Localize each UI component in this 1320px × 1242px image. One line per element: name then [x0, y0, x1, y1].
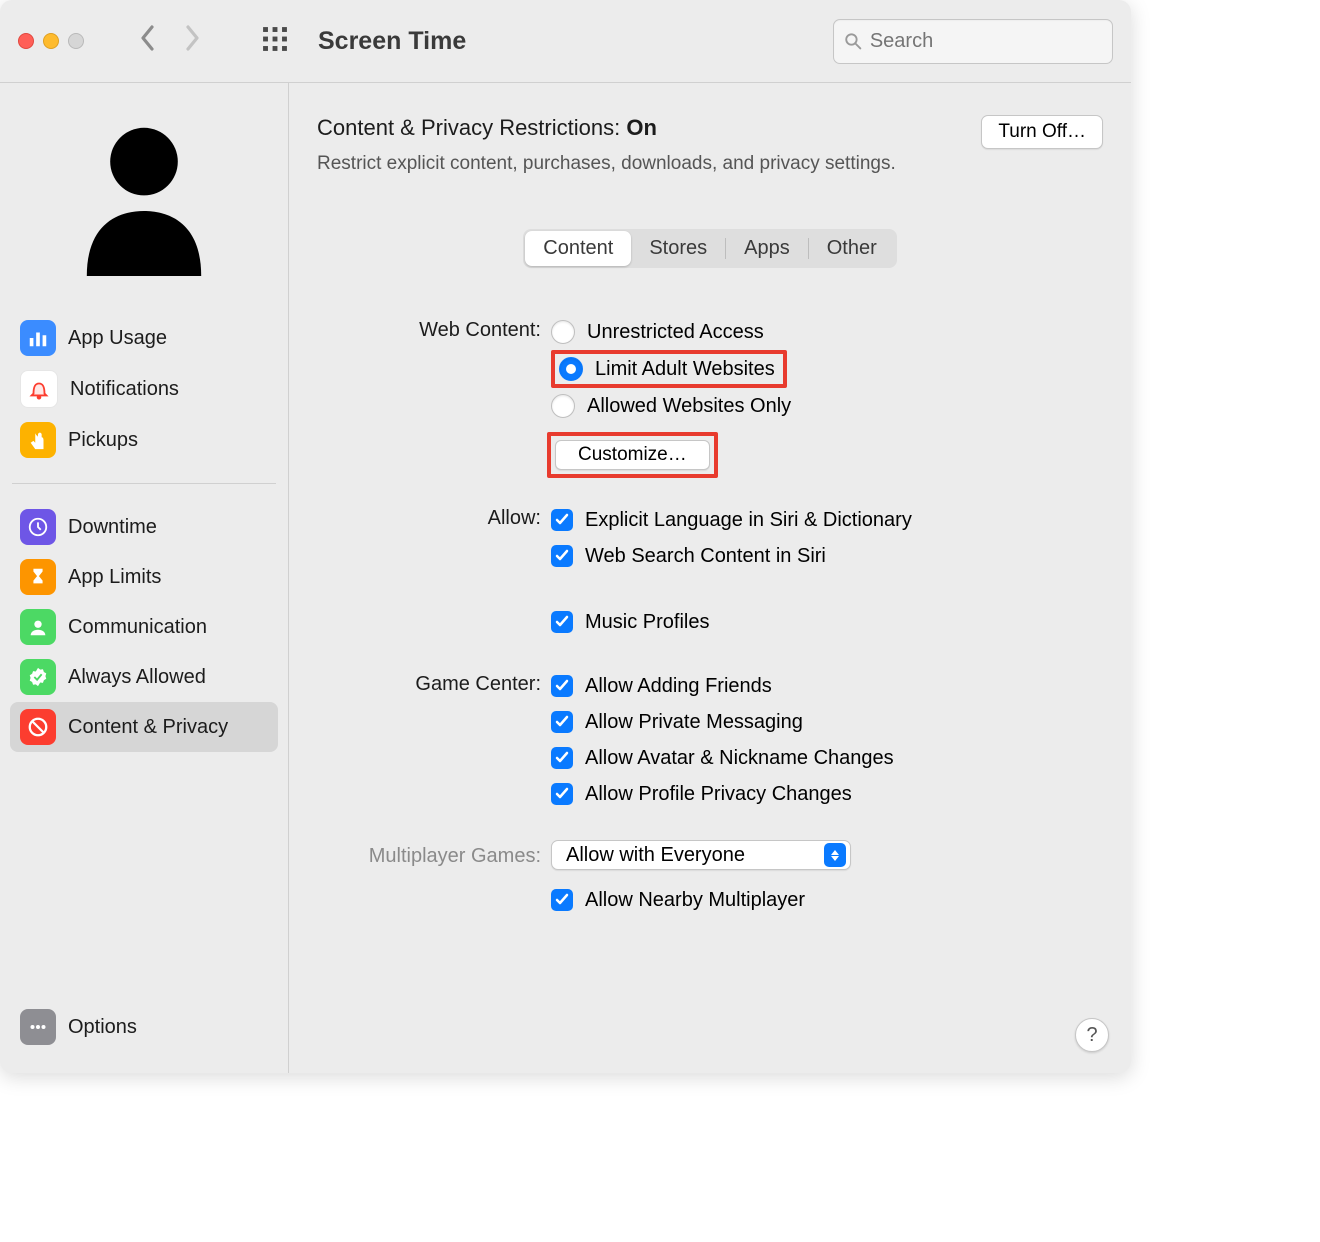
window-controls — [18, 33, 84, 49]
bar-chart-icon — [20, 320, 56, 356]
check-avatar-nickname[interactable]: Allow Avatar & Nickname Changes — [551, 740, 1103, 776]
turn-off-button[interactable]: Turn Off… — [981, 115, 1103, 149]
sidebar-item-content-privacy[interactable]: Content & Privacy — [10, 702, 278, 752]
sidebar-item-label: App Limits — [68, 566, 161, 589]
search-input[interactable] — [868, 29, 1102, 54]
customize-button[interactable]: Customize… — [555, 440, 710, 470]
checkbox-icon — [551, 747, 573, 769]
bell-icon — [20, 370, 58, 408]
sidebar-item-notifications[interactable]: Notifications — [10, 363, 278, 415]
sidebar-item-app-limits[interactable]: App Limits — [10, 552, 278, 602]
check-profile-privacy[interactable]: Allow Profile Privacy Changes — [551, 776, 1103, 812]
tab-apps[interactable]: Apps — [726, 231, 808, 266]
user-avatar — [0, 83, 288, 313]
forward-button[interactable] — [184, 25, 200, 58]
tab-stores[interactable]: Stores — [631, 231, 725, 266]
checkbox-icon — [551, 783, 573, 805]
sidebar-separator — [12, 483, 276, 484]
checkbox-icon — [551, 509, 573, 531]
help-button[interactable]: ? — [1075, 1018, 1109, 1052]
page-title: Content & Privacy Restrictions: On — [317, 115, 896, 141]
close-button[interactable] — [18, 33, 34, 49]
nav-arrows — [114, 25, 226, 58]
hand-tap-icon — [20, 422, 56, 458]
sidebar-item-communication[interactable]: Communication — [10, 602, 278, 652]
sidebar-item-label: Communication — [68, 616, 207, 639]
back-button[interactable] — [140, 25, 156, 58]
label-multiplayer-games: Multiplayer Games: — [317, 840, 551, 872]
sidebar-item-label: Pickups — [68, 429, 138, 452]
radio-icon — [551, 320, 575, 344]
checkbox-icon — [551, 545, 573, 567]
checkbox-icon — [551, 611, 573, 633]
label-game-center: Game Center: — [317, 668, 551, 700]
check-explicit-language[interactable]: Explicit Language in Siri & Dictionary — [551, 502, 1103, 538]
no-sign-icon — [20, 709, 56, 745]
search-field[interactable] — [833, 19, 1113, 64]
sidebar-item-label: App Usage — [68, 327, 167, 350]
sidebar-item-options[interactable]: Options — [10, 1002, 278, 1052]
zoom-button[interactable] — [68, 33, 84, 49]
chevron-up-down-icon — [824, 843, 846, 867]
hourglass-icon — [20, 559, 56, 595]
search-icon — [844, 31, 862, 51]
sidebar-item-label: Options — [68, 1016, 137, 1039]
highlight-limit-adult: Limit Adult Websites — [551, 350, 787, 388]
radio-limit-adult[interactable]: Limit Adult Websites — [559, 354, 775, 384]
sidebar-item-always-allowed[interactable]: Always Allowed — [10, 652, 278, 702]
person-circle-icon — [20, 609, 56, 645]
check-nearby-multiplayer[interactable]: Allow Nearby Multiplayer — [551, 882, 1103, 918]
select-multiplayer[interactable]: Allow with Everyone — [551, 840, 851, 870]
sidebar-item-label: Content & Privacy — [68, 716, 228, 739]
sidebar-item-label: Notifications — [70, 378, 179, 401]
minimize-button[interactable] — [43, 33, 59, 49]
page-subtitle: Restrict explicit content, purchases, do… — [317, 153, 896, 175]
sidebar-list-limits: Downtime App Limits Communication Always… — [0, 502, 288, 752]
radio-icon — [551, 394, 575, 418]
sidebar-item-label: Always Allowed — [68, 666, 206, 689]
checkbox-icon — [551, 889, 573, 911]
check-adding-friends[interactable]: Allow Adding Friends — [551, 668, 1103, 704]
radio-unrestricted[interactable]: Unrestricted Access — [551, 314, 1103, 350]
sidebar: App Usage Notifications Pickups — [0, 83, 289, 1073]
sidebar-item-pickups[interactable]: Pickups — [10, 415, 278, 465]
check-private-messaging[interactable]: Allow Private Messaging — [551, 704, 1103, 740]
sidebar-item-downtime[interactable]: Downtime — [10, 502, 278, 552]
checkmark-seal-icon — [20, 659, 56, 695]
radio-icon — [559, 357, 583, 381]
tab-content[interactable]: Content — [525, 231, 631, 266]
tab-other[interactable]: Other — [809, 231, 895, 266]
sidebar-list-usage: App Usage Notifications Pickups — [0, 313, 288, 465]
checkbox-icon — [551, 675, 573, 697]
checkbox-icon — [551, 711, 573, 733]
sidebar-item-label: Downtime — [68, 516, 157, 539]
toolbar: Screen Time — [0, 0, 1131, 83]
ellipsis-icon — [20, 1009, 56, 1045]
preferences-window: Screen Time App Usage — [0, 0, 1131, 1073]
label-allow: Allow: — [317, 502, 551, 534]
check-web-search-siri[interactable]: Web Search Content in Siri — [551, 538, 1103, 574]
show-all-icon[interactable] — [262, 26, 288, 57]
sidebar-item-app-usage[interactable]: App Usage — [10, 313, 278, 363]
radio-allowed-only[interactable]: Allowed Websites Only — [551, 388, 1103, 424]
window-title: Screen Time — [318, 27, 466, 56]
clock-icon — [20, 509, 56, 545]
highlight-customize: Customize… — [547, 432, 718, 478]
label-web-content: Web Content: — [317, 314, 551, 346]
main-panel: Content & Privacy Restrictions: On Restr… — [289, 83, 1131, 1073]
segmented-control[interactable]: Content Stores Apps Other — [523, 229, 897, 268]
check-music-profiles[interactable]: Music Profiles — [551, 604, 1103, 640]
select-value: Allow with Everyone — [566, 844, 745, 867]
